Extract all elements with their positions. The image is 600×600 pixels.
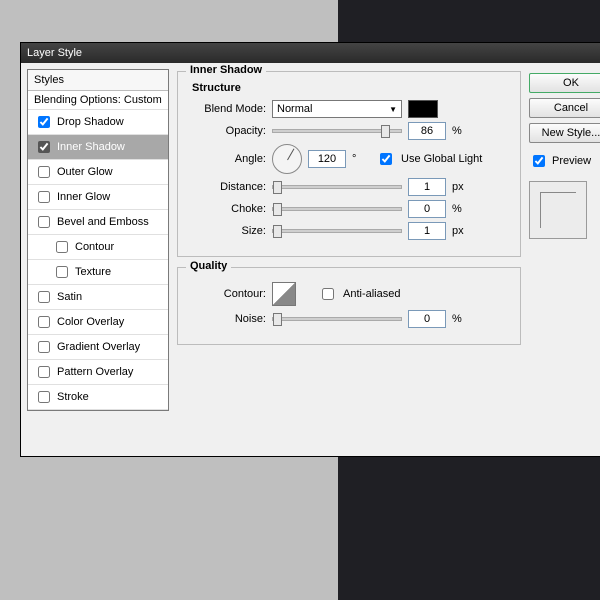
list-item[interactable]: Stroke [28, 385, 168, 410]
blending-label: Blending Options: Custom [34, 94, 162, 106]
antialias-checkbox[interactable] [322, 288, 334, 300]
contour-label: Contour: [188, 288, 266, 300]
list-item[interactable]: Contour [28, 235, 168, 260]
style-label: Inner Shadow [57, 141, 125, 153]
choke-slider[interactable] [272, 207, 402, 211]
global-light-label: Use Global Light [401, 153, 482, 165]
checkbox-icon[interactable] [38, 391, 50, 403]
list-item[interactable]: Drop Shadow [28, 110, 168, 135]
slider-thumb-icon[interactable] [381, 125, 390, 138]
unit-label: % [452, 125, 470, 137]
structure-heading: Structure [192, 82, 510, 94]
checkbox-icon[interactable] [56, 266, 68, 278]
inner-shadow-group: Inner Shadow Structure Blend Mode: Norma… [177, 71, 521, 257]
unit-label: ° [352, 153, 370, 165]
preview-thumbnail [529, 181, 587, 239]
unit-label: % [452, 313, 470, 325]
list-item[interactable]: Color Overlay [28, 310, 168, 335]
antialias-label: Anti-aliased [343, 288, 400, 300]
slider-thumb-icon[interactable] [273, 313, 282, 326]
contour-picker[interactable] [272, 282, 296, 306]
cancel-button[interactable]: Cancel [529, 98, 600, 118]
group-title: Inner Shadow [186, 64, 266, 76]
checkbox-icon[interactable] [38, 291, 50, 303]
styles-header[interactable]: Styles [28, 70, 168, 91]
preview-checkbox[interactable] [533, 155, 545, 167]
checkbox-icon[interactable] [38, 341, 50, 353]
list-item[interactable]: Gradient Overlay [28, 335, 168, 360]
unit-label: px [452, 225, 470, 237]
distance-label: Distance: [188, 181, 266, 193]
style-label: Satin [57, 291, 82, 303]
layer-style-dialog: Layer Style × Styles Blending Options: C… [20, 42, 600, 457]
style-label: Bevel and Emboss [57, 216, 149, 228]
checkbox-icon[interactable] [38, 316, 50, 328]
list-item[interactable]: Inner Shadow [28, 135, 168, 160]
style-label: Texture [75, 266, 111, 278]
size-label: Size: [188, 225, 266, 237]
list-item[interactable]: Outer Glow [28, 160, 168, 185]
choke-label: Choke: [188, 203, 266, 215]
style-label: Contour [75, 241, 114, 253]
preview-label: Preview [552, 155, 591, 167]
group-title: Quality [186, 260, 231, 272]
checkbox-icon[interactable] [56, 241, 68, 253]
style-label: Stroke [57, 391, 89, 403]
slider-thumb-icon[interactable] [273, 181, 282, 194]
checkbox-icon[interactable] [38, 191, 50, 203]
opacity-slider[interactable] [272, 129, 402, 133]
list-item[interactable]: Inner Glow [28, 185, 168, 210]
distance-field[interactable]: 1 [408, 178, 446, 196]
chevron-down-icon: ▼ [389, 105, 397, 114]
style-label: Inner Glow [57, 191, 110, 203]
quality-group: Quality Contour: Anti-aliased Noise: 0 % [177, 267, 521, 345]
angle-label: Angle: [188, 153, 266, 165]
list-item[interactable]: Bevel and Emboss [28, 210, 168, 235]
angle-field[interactable]: 120 [308, 150, 346, 168]
settings-panel: Inner Shadow Structure Blend Mode: Norma… [177, 69, 521, 411]
unit-label: % [452, 203, 470, 215]
size-field[interactable]: 1 [408, 222, 446, 240]
slider-thumb-icon[interactable] [273, 225, 282, 238]
distance-slider[interactable] [272, 185, 402, 189]
blending-options-row[interactable]: Blending Options: Custom [28, 91, 168, 110]
dialog-buttons: OK Cancel New Style... Preview [529, 69, 600, 411]
new-style-button[interactable]: New Style... [529, 123, 600, 143]
style-label: Pattern Overlay [57, 366, 133, 378]
checkbox-icon[interactable] [38, 166, 50, 178]
opacity-label: Opacity: [188, 125, 266, 137]
size-slider[interactable] [272, 229, 402, 233]
blend-mode-value: Normal [277, 103, 312, 115]
list-item[interactable]: Texture [28, 260, 168, 285]
choke-field[interactable]: 0 [408, 200, 446, 218]
titlebar[interactable]: Layer Style × [21, 43, 600, 63]
global-light-checkbox[interactable] [380, 153, 392, 165]
checkbox-icon[interactable] [38, 366, 50, 378]
checkbox-icon[interactable] [38, 216, 50, 228]
window-title: Layer Style [27, 47, 82, 59]
checkbox-icon[interactable] [38, 141, 50, 153]
blend-mode-label: Blend Mode: [188, 103, 266, 115]
noise-label: Noise: [188, 313, 266, 325]
styles-list: Styles Blending Options: Custom Drop Sha… [27, 69, 169, 411]
style-label: Outer Glow [57, 166, 113, 178]
blend-mode-select[interactable]: Normal ▼ [272, 100, 402, 118]
opacity-field[interactable]: 86 [408, 122, 446, 140]
style-label: Color Overlay [57, 316, 124, 328]
ok-button[interactable]: OK [529, 73, 600, 93]
style-label: Gradient Overlay [57, 341, 140, 353]
unit-label: px [452, 181, 470, 193]
color-swatch[interactable] [408, 100, 438, 118]
checkbox-icon[interactable] [38, 116, 50, 128]
slider-thumb-icon[interactable] [273, 203, 282, 216]
list-item[interactable]: Pattern Overlay [28, 360, 168, 385]
list-item[interactable]: Satin [28, 285, 168, 310]
noise-field[interactable]: 0 [408, 310, 446, 328]
noise-slider[interactable] [272, 317, 402, 321]
angle-dial[interactable] [272, 144, 302, 174]
style-label: Drop Shadow [57, 116, 124, 128]
